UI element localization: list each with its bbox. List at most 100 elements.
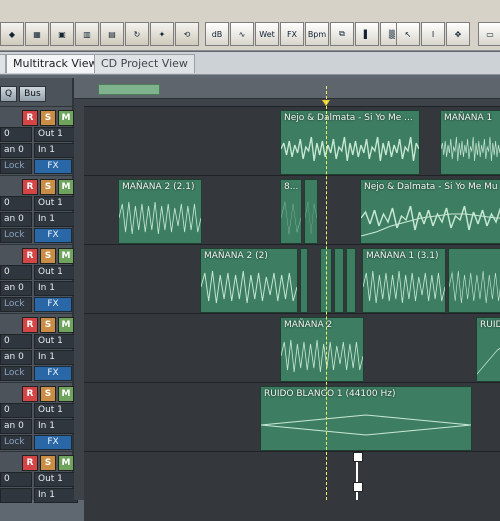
toolbar-tool-2[interactable]: ▦ (25, 22, 49, 46)
track-lane-1[interactable]: Nejo & Dalmata - Si Yo Me ... MAÑANA 1 (84, 106, 500, 176)
audio-clip[interactable]: MAÑANA 2 (280, 317, 364, 382)
toolbar-tool-4[interactable]: ▥ (75, 22, 99, 46)
wet-button[interactable]: Wet (255, 22, 279, 46)
track-lane-4[interactable]: MAÑANA 2 RUID (84, 313, 500, 383)
record-button[interactable]: R (22, 317, 38, 333)
eq-button[interactable]: Q (0, 86, 18, 102)
pan-field[interactable]: an 0 (0, 350, 32, 365)
pan-field[interactable] (0, 488, 32, 503)
audio-clip[interactable] (448, 248, 500, 313)
tab-cd-project-view[interactable]: CD Project View (94, 54, 195, 73)
audio-clip[interactable]: RUID (476, 317, 500, 382)
audio-clip[interactable] (304, 179, 318, 244)
pan-field[interactable]: an 0 (0, 281, 32, 296)
pan-field[interactable]: an 0 (0, 212, 32, 227)
solo-button[interactable]: S (40, 317, 56, 333)
output-field[interactable]: Out 1 (34, 127, 78, 142)
audio-clip[interactable]: 8... (280, 179, 302, 244)
audio-clip[interactable]: MAÑANA 1 (3.1) (362, 248, 446, 313)
lock-field[interactable]: Lock (0, 435, 32, 450)
toolbar-tool-1[interactable]: ◆ (0, 22, 24, 46)
pan-tool-button[interactable]: ∿ (230, 22, 254, 46)
pan-field[interactable]: an 0 (0, 419, 32, 434)
audio-clip[interactable] (334, 248, 344, 313)
toolbar-tool-8[interactable]: ⟲ (175, 22, 199, 46)
toolbar-tool-15[interactable]: ▌ (355, 22, 379, 46)
mute-button[interactable]: M (58, 179, 74, 195)
cue-marker-handle-bottom[interactable] (353, 482, 363, 492)
select-tool-icon[interactable]: ↖ (396, 22, 420, 46)
volume-field[interactable]: 0 (0, 196, 32, 211)
audio-clip[interactable]: MAÑANA 2 (2) (200, 248, 298, 313)
audio-clip[interactable]: Nejo & Dalmata - Si Yo Me ... (280, 110, 420, 175)
lock-field[interactable]: Lock (0, 159, 32, 174)
volume-field[interactable]: 0 (0, 403, 32, 418)
audio-clip[interactable]: MAÑANA 1 (440, 110, 500, 175)
volume-field[interactable]: 0 (0, 265, 32, 280)
lock-field[interactable]: Lock (0, 297, 32, 312)
ibeam-tool-icon[interactable]: I (421, 22, 445, 46)
move-tool-icon[interactable]: ✥ (446, 22, 470, 46)
mute-button[interactable]: M (58, 455, 74, 471)
audio-clip[interactable]: Nejo & Dalmata - Si Yo Me Mu (360, 179, 500, 244)
input-field[interactable]: In 1 (34, 488, 78, 503)
track-lane-3[interactable]: MAÑANA 2 (2) MAÑANA 1 (3.1) (84, 244, 500, 314)
output-field[interactable]: Out 1 (34, 403, 78, 418)
lock-field[interactable]: Lock (0, 228, 32, 243)
input-field[interactable]: In 1 (34, 143, 78, 158)
volume-field[interactable]: 0 (0, 127, 32, 142)
output-field[interactable]: Out 1 (34, 196, 78, 211)
solo-button[interactable]: S (40, 179, 56, 195)
record-button[interactable]: R (22, 110, 38, 126)
toolbar-tool-14[interactable]: ⧉ (330, 22, 354, 46)
track-lane-6[interactable] (84, 451, 500, 521)
toolbar-tool-5[interactable]: ▤ (100, 22, 124, 46)
multitrack-timeline[interactable]: Nejo & Dalmata - Si Yo Me ... MAÑANA 1 M… (74, 78, 500, 521)
view-toggle-icon[interactable]: ▭ (478, 22, 500, 46)
volume-field[interactable]: 0 (0, 472, 32, 487)
output-field[interactable]: Out 1 (34, 472, 78, 487)
audio-clip[interactable] (346, 248, 356, 313)
output-field[interactable]: Out 1 (34, 334, 78, 349)
fx-button[interactable]: FX (280, 22, 304, 46)
mute-button[interactable]: M (58, 386, 74, 402)
track-fx-button[interactable]: FX (34, 366, 72, 381)
db-button[interactable]: dB (205, 22, 229, 46)
mute-button[interactable]: M (58, 248, 74, 264)
track-fx-button[interactable]: FX (34, 435, 72, 450)
track-fx-button[interactable]: FX (34, 297, 72, 312)
toolbar-tool-7[interactable]: ✦ (150, 22, 174, 46)
pan-field[interactable]: an 0 (0, 143, 32, 158)
record-button[interactable]: R (22, 386, 38, 402)
record-button[interactable]: R (22, 248, 38, 264)
bus-button[interactable]: Bus (19, 86, 46, 102)
track-lane-5[interactable]: RUIDO BLANCO 1 (44100 Hz) (84, 382, 500, 452)
volume-field[interactable]: 0 (0, 334, 32, 349)
toolbar-tool-3[interactable]: ▣ (50, 22, 74, 46)
ruler-range-marker[interactable] (98, 84, 160, 95)
lock-field[interactable]: Lock (0, 366, 32, 381)
input-field[interactable]: In 1 (34, 350, 78, 365)
output-field[interactable]: Out 1 (34, 265, 78, 280)
mute-button[interactable]: M (58, 317, 74, 333)
toolbar-tool-6[interactable]: ↻ (125, 22, 149, 46)
input-field[interactable]: In 1 (34, 212, 78, 227)
track-lane-2[interactable]: MAÑANA 2 (2.1) 8... Nejo & Dalmata - Si … (84, 175, 500, 245)
playhead-line[interactable] (326, 86, 327, 500)
record-button[interactable]: R (22, 455, 38, 471)
audio-clip[interactable] (300, 248, 308, 313)
solo-button[interactable]: S (40, 455, 56, 471)
solo-button[interactable]: S (40, 248, 56, 264)
track-fx-button[interactable]: FX (34, 159, 72, 174)
tab-multitrack-view[interactable]: Multitrack View (6, 54, 105, 73)
input-field[interactable]: In 1 (34, 281, 78, 296)
record-button[interactable]: R (22, 179, 38, 195)
input-field[interactable]: In 1 (34, 419, 78, 434)
timeline-ruler[interactable] (74, 78, 500, 99)
bpm-button[interactable]: Bpm (305, 22, 329, 46)
cue-marker-handle-top[interactable] (353, 452, 363, 462)
audio-clip[interactable]: MAÑANA 2 (2.1) (118, 179, 202, 244)
audio-clip[interactable]: RUIDO BLANCO 1 (44100 Hz) (260, 386, 472, 451)
solo-button[interactable]: S (40, 386, 56, 402)
track-fx-button[interactable]: FX (34, 228, 72, 243)
